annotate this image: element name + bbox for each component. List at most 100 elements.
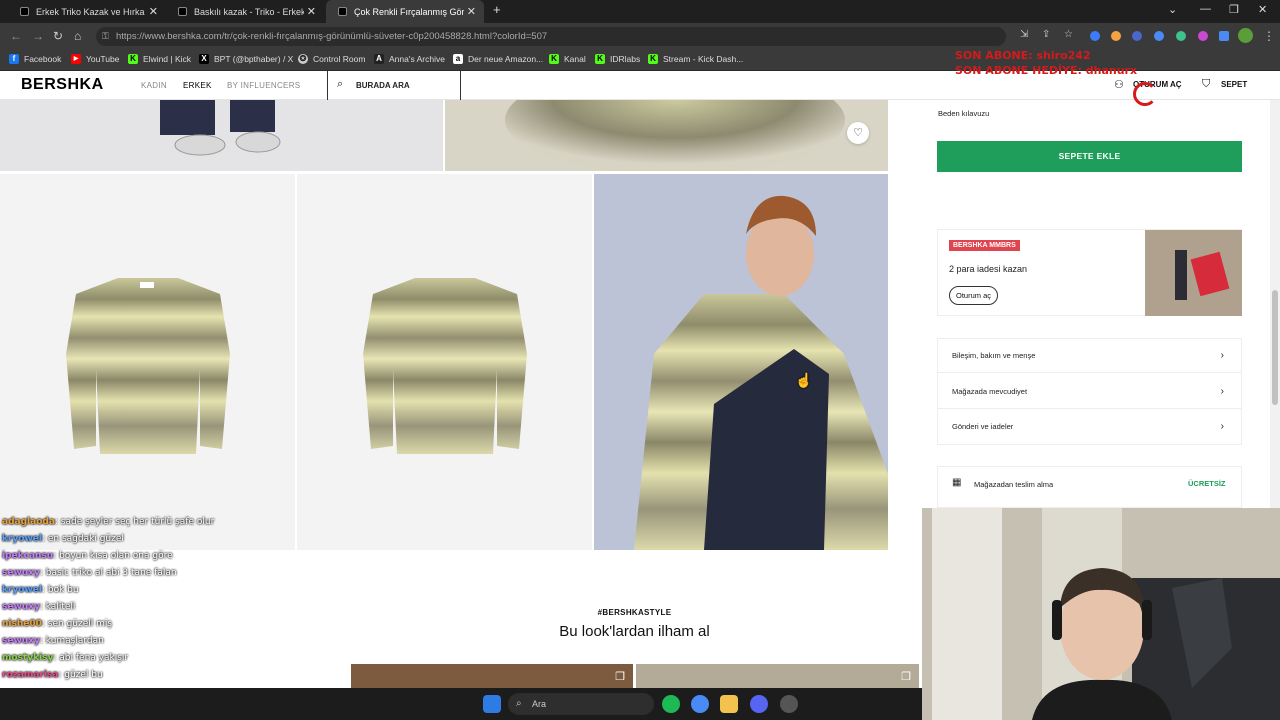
sidebar-icon[interactable] (1219, 31, 1229, 41)
nav-erkek[interactable]: ERKEK (183, 81, 212, 90)
multi-image-icon: ❐ (901, 671, 911, 683)
spotify-icon[interactable] (662, 695, 680, 713)
taskbar-search[interactable]: ⌕ Ara (508, 693, 654, 715)
discord-icon[interactable] (750, 695, 768, 713)
browser-tab[interactable]: Erkek Triko Kazak ve Hırka | BERSHKA ✕ (8, 0, 166, 23)
chat-message: sewuxy: kaliteli (2, 602, 75, 612)
amazon-icon: a (453, 54, 463, 64)
extension-icon[interactable] (1132, 31, 1142, 41)
product-image-flat-back[interactable] (297, 174, 592, 550)
scrollbar-thumb[interactable] (1272, 290, 1278, 405)
bookmark-idrlabs[interactable]: K IDRlabs (595, 54, 640, 64)
last-gift-subscriber: SON ABONE HEDİYE: dhanurx (955, 64, 1138, 77)
bookmark-facebook[interactable]: f Facebook (9, 54, 61, 64)
product-image-model-legs[interactable] (0, 100, 443, 171)
windows-start-icon[interactable] (483, 695, 501, 713)
kick-icon: K (648, 54, 658, 64)
file-explorer-icon[interactable] (720, 695, 738, 713)
product-image-closeup[interactable] (445, 100, 888, 171)
extension-icon[interactable] (1090, 31, 1100, 41)
address-toolbar: ← → ↻ ⌂ ⚿ https://www.bershka.com/tr/çok… (0, 23, 1280, 49)
home-icon[interactable]: ⌂ (74, 29, 81, 43)
search-icon: ⌕ (337, 78, 344, 90)
facebook-icon: f (9, 54, 19, 64)
chat-username: adaglaoda (2, 517, 55, 527)
kick-icon: K (595, 54, 605, 64)
cart-link[interactable]: SEPET (1221, 80, 1247, 89)
inspiration-image[interactable]: ❐ (636, 664, 919, 688)
bookmark-kick-dashboard[interactable]: K Stream - Kick Dash... (648, 54, 743, 64)
tab-list-chevron-icon[interactable]: ⌄ (1168, 3, 1177, 16)
sweater-closeup-illustration (505, 100, 845, 171)
stream-logo-icon (1133, 82, 1157, 106)
bershka-logo[interactable]: BERSHKA (21, 76, 104, 94)
chrome-icon[interactable] (691, 695, 709, 713)
user-icon[interactable]: ⚇ (1114, 78, 1124, 91)
nav-kadin[interactable]: KADIN (141, 81, 167, 90)
product-image-model[interactable]: ☝ (594, 174, 888, 550)
chat-username: ipekcansu (2, 551, 54, 561)
tab-title: Erkek Triko Kazak ve Hırka | BERSHKA (36, 6, 146, 17)
chat-text: : sen güzell miş (41, 619, 113, 629)
chat-text: : sade şeyler seç her türlü şafe olur (54, 517, 215, 527)
share-icon[interactable]: ⇪ (1042, 29, 1050, 40)
menu-kebab-icon[interactable]: ⋮ (1263, 29, 1275, 43)
nav-by-influencers[interactable]: BY INFLUENCERS (227, 81, 300, 90)
bookmark-star-icon[interactable]: ☆ (1064, 29, 1073, 40)
restore-icon[interactable]: ❐ (1229, 3, 1239, 16)
multi-image-icon: ❐ (615, 671, 625, 683)
bookmark-amazon[interactable]: a Der neue Amazon... (453, 54, 543, 64)
kick-icon: K (128, 54, 138, 64)
store-availability-link[interactable]: Mağazada mevcudiyet › (937, 374, 1242, 409)
reload-icon[interactable]: ↻ (53, 29, 63, 43)
promo-login-button[interactable]: Oturum aç (949, 286, 999, 305)
chat-message: nishe00: sen güzell miş (2, 619, 112, 629)
extension-icon[interactable] (1111, 31, 1121, 41)
extension-icon[interactable] (1154, 31, 1164, 41)
bookmark-annas-archive[interactable]: A Anna's Archive (374, 54, 445, 64)
style-section-header: #BERSHKASTYLE Bu look'lardan ilham al (350, 608, 919, 640)
close-window-icon[interactable]: ✕ (1258, 3, 1267, 16)
browser-tab-active[interactable]: Çok Renkli Fırçalanmış Görünümlü ✕ (326, 0, 484, 23)
chat-text: : boyun kısa olan ona göre (53, 551, 173, 561)
bookmark-x[interactable]: X BPT (@bpthaber) / X (199, 54, 293, 64)
youtube-icon: ▶ (71, 54, 81, 64)
shipping-returns-link[interactable]: Gönderi ve iadeler › (937, 409, 1242, 444)
url-bar[interactable]: ⚿ https://www.bershka.com/tr/çok-renkli-… (96, 27, 1006, 46)
store-pickup-row[interactable]: ▦ Mağazadan teslim alma ÜCRETSİZ (937, 466, 1242, 508)
obs-icon[interactable] (780, 695, 798, 713)
back-icon[interactable]: ← (10, 29, 22, 43)
install-icon[interactable]: ⇲ (1020, 29, 1028, 40)
close-tab-icon[interactable]: ✕ (149, 5, 158, 18)
bookmark-kanal[interactable]: K Kanal (549, 54, 586, 64)
model-legs-illustration (160, 100, 281, 156)
cart-icon[interactable]: ⛉ (1202, 78, 1210, 91)
chat-message: sewuxy: basic triko al abi 3 tane falan (2, 568, 177, 578)
inspiration-image[interactable]: ❐ (351, 664, 633, 688)
search-box[interactable]: ⌕ BURADA ARA (327, 71, 461, 100)
minimize-icon[interactable]: — (1200, 3, 1211, 15)
browser-tab[interactable]: Baskılı kazak - Triko - Erkek | Bershka … (166, 0, 324, 23)
composition-care-link[interactable]: Bileşim, bakım ve menşe › (937, 338, 1242, 373)
product-image-flat-front[interactable] (0, 174, 295, 550)
profile-avatar-icon[interactable] (1238, 28, 1253, 43)
extension-icon[interactable] (1198, 31, 1208, 41)
chat-message: rozamarisa: güzel bu (2, 670, 103, 680)
add-to-cart-button[interactable]: SEPETE EKLE (937, 141, 1242, 172)
wishlist-heart-icon[interactable]: ♡ (847, 122, 869, 144)
close-tab-icon[interactable]: ✕ (307, 5, 316, 18)
new-tab-button[interactable]: + (493, 2, 501, 17)
bookmark-control-room[interactable]: ✪ Control Room (298, 54, 365, 64)
chat-text: : kaliteli (39, 602, 76, 612)
page-scrollbar[interactable] (1270, 100, 1280, 508)
bookmark-kick[interactable]: K Elwind | Kick (128, 54, 191, 64)
chat-username: sewuxy (2, 602, 40, 612)
chevron-right-icon: › (1220, 421, 1224, 432)
chat-text: : abi fena yakışır (53, 653, 129, 663)
extension-icon[interactable] (1176, 31, 1186, 41)
stream-subscriber-overlay: SON ABONE: shiro242 SON ABONE HEDİYE: dh… (955, 48, 1137, 78)
size-guide-link[interactable]: Beden kılavuzu (938, 109, 989, 118)
bookmark-youtube[interactable]: ▶ YouTube (71, 54, 119, 64)
close-tab-icon[interactable]: ✕ (467, 5, 476, 18)
forward-icon[interactable]: → (32, 29, 44, 43)
